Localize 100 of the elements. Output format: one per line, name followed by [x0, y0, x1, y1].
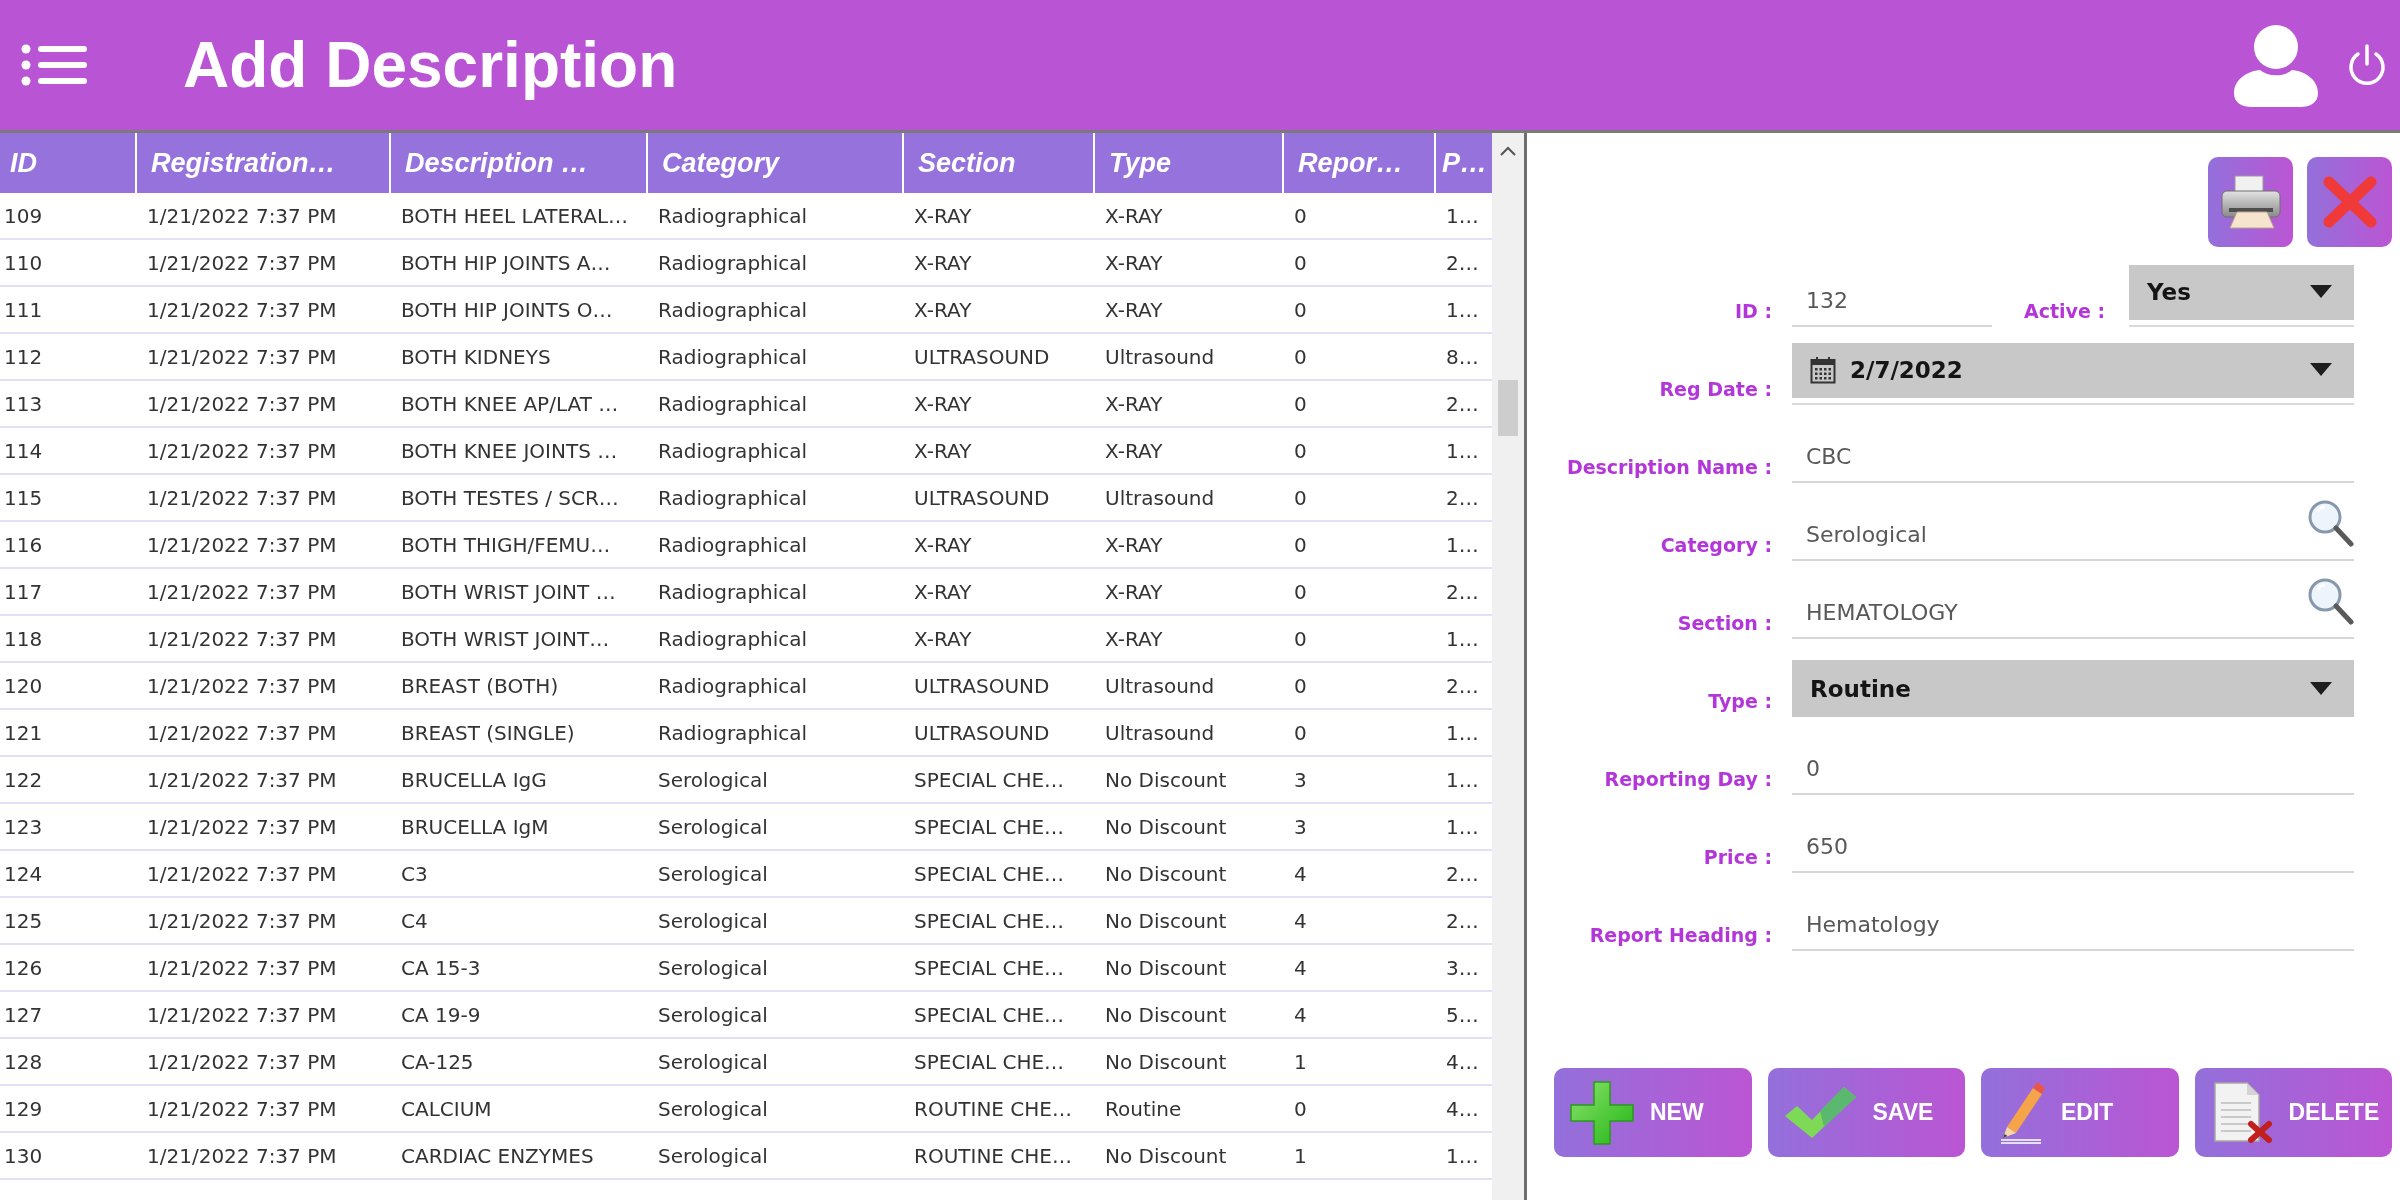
power-icon[interactable]: [2346, 44, 2388, 86]
table-cell-text: 4…: [1445, 1095, 1480, 1123]
table-cell-text: 0: [1293, 343, 1308, 371]
table-cell-text: Radiographical: [657, 531, 809, 559]
print-button[interactable]: [2208, 157, 2293, 247]
table-cell-text: 4: [1293, 954, 1308, 982]
table-cell-text: 1/21/2022 7:37 PM: [146, 954, 338, 982]
table-cell-text: 2…: [1445, 578, 1480, 606]
table-cell-text: 1/21/2022 7:37 PM: [146, 1001, 338, 1029]
table-cell-text: Ultrasound: [1104, 484, 1216, 512]
table-cell-text: 2…: [1445, 907, 1480, 935]
table-cell-text: Radiographical: [657, 484, 809, 512]
table-cell-text: Serological: [657, 954, 769, 982]
delete-button[interactable]: DELETE: [2194, 1068, 2392, 1157]
column-header: Description …: [391, 133, 648, 193]
table-cell-text: SPECIAL CHE…: [913, 907, 1066, 935]
table-cell-text: 1/21/2022 7:37 PM: [146, 719, 338, 747]
column-header: P…: [1436, 133, 1492, 193]
search-icon[interactable]: [2307, 499, 2354, 547]
table-cell-text: 1/21/2022 7:37 PM: [146, 766, 338, 794]
date-picker[interactable]: 2/7/2022: [1792, 343, 2354, 405]
table-cell-text: 1/21/2022 7:37 PM: [146, 860, 338, 888]
table-cell-text: 1…: [1445, 1142, 1480, 1170]
table-cell-text: 116: [3, 531, 44, 559]
input-field[interactable]: CBC: [1792, 421, 2354, 483]
new-button[interactable]: NEW: [1554, 1068, 1752, 1157]
field-label: Active :: [2024, 299, 2106, 324]
scrollbar-thumb[interactable]: [1498, 380, 1518, 436]
table-cell-text: 1/21/2022 7:37 PM: [146, 1048, 338, 1076]
table-cell-text: CA-125: [400, 1048, 475, 1076]
save-button[interactable]: SAVE: [1767, 1068, 1965, 1157]
table-cell-text: BOTH THIGH/FEMU…: [400, 531, 612, 559]
table-cell-text: 2…: [1445, 390, 1480, 418]
table-cell-text: 1/21/2022 7:37 PM: [146, 578, 338, 606]
table-cell-text: SPECIAL CHE…: [913, 1048, 1066, 1076]
table-cell-text: 124: [3, 860, 44, 888]
table-cell-text: 0: [1293, 296, 1308, 324]
table-cell-text: 5…: [1445, 1001, 1480, 1029]
table-cell-text: 1…: [1445, 766, 1480, 794]
table-cell-text: C3: [400, 860, 429, 888]
table-cell-text: 110: [3, 249, 44, 277]
table-cell-text: 1/21/2022 7:37 PM: [146, 907, 338, 935]
column-header: ID: [0, 133, 137, 193]
table-cell-text: 8…: [1445, 343, 1480, 371]
table-cell-text: ULTRASOUND: [913, 719, 1051, 747]
scroll-up-icon[interactable]: [1500, 146, 1516, 156]
table-cell-text: No Discount: [1104, 954, 1228, 982]
table-cell-text: BOTH WRIST JOINT …: [400, 578, 617, 606]
input-field[interactable]: 132: [1792, 265, 1992, 327]
input-field[interactable]: HEMATOLOGY: [1792, 577, 2354, 639]
table-cell-text: 0: [1293, 437, 1308, 465]
table-cell-text: 1/21/2022 7:37 PM: [146, 625, 338, 653]
input-field[interactable]: 0: [1792, 733, 2354, 795]
table-cell-text: 115: [3, 484, 44, 512]
edit-button[interactable]: EDIT: [1981, 1068, 2179, 1157]
table-cell-text: BREAST (BOTH): [400, 672, 560, 700]
table-cell-text: 1…: [1445, 531, 1480, 559]
table-cell-text: Radiographical: [657, 249, 809, 277]
table-cell-text: 0: [1293, 390, 1308, 418]
table-cell-text: 1/21/2022 7:37 PM: [146, 296, 338, 324]
table-cell-text: X-RAY: [1104, 625, 1164, 653]
printer-icon: [2218, 175, 2283, 229]
table-cell-text: 125: [3, 907, 44, 935]
input-field[interactable]: Serological: [1792, 499, 2354, 561]
table-cell-text: BOTH TESTES / SCR…: [400, 484, 620, 512]
table-cell-text: Serological: [657, 1095, 769, 1123]
table-cell-text: 130: [3, 1142, 44, 1170]
table-cell-text: 1/21/2022 7:37 PM: [146, 343, 338, 371]
table-cell-text: 1: [1293, 1142, 1308, 1170]
dropdown[interactable]: Routine: [1792, 660, 2354, 717]
table-cell-text: SPECIAL CHE…: [913, 860, 1066, 888]
table-cell-text: 4…: [1445, 1048, 1480, 1076]
table-cell-text: 1/21/2022 7:37 PM: [146, 672, 338, 700]
input-field[interactable]: 650: [1792, 811, 2354, 873]
table-cell-text: Serological: [657, 907, 769, 935]
table-cell-text: Radiographical: [657, 672, 809, 700]
table-cell-text: BOTH KNEE AP/LAT …: [400, 390, 620, 418]
table-cell-text: X-RAY: [913, 625, 973, 653]
table-cell-text: Radiographical: [657, 202, 809, 230]
table-cell-text: 2…: [1445, 249, 1480, 277]
table-cell-text: X-RAY: [913, 390, 973, 418]
table-cell-text: 1/21/2022 7:37 PM: [146, 249, 338, 277]
menu-icon[interactable]: [21, 43, 87, 87]
table-cell-text: Serological: [657, 1001, 769, 1029]
table-cell-text: 0: [1293, 719, 1308, 747]
table-cell-text: 0: [1293, 531, 1308, 559]
table-cell-text: 3: [1293, 813, 1308, 841]
field-label: Report Heading :: [1588, 923, 1772, 948]
table-cell-text: Radiographical: [657, 719, 809, 747]
table-cell-text: BOTH HIP JOINTS O…: [400, 296, 614, 324]
search-icon[interactable]: [2307, 577, 2354, 625]
table-cell-text: 112: [3, 343, 44, 371]
table-cell-text: BOTH WRIST JOINT…: [400, 625, 611, 653]
close-icon: [2321, 175, 2378, 229]
table-cell-text: CALCIUM: [400, 1095, 493, 1123]
table-cell-text: 114: [3, 437, 44, 465]
table-cell-text: Serological: [657, 1048, 769, 1076]
input-field[interactable]: Hematology: [1792, 889, 2354, 951]
table-cell-text: 4: [1293, 907, 1308, 935]
dropdown[interactable]: Yes: [2129, 265, 2354, 327]
